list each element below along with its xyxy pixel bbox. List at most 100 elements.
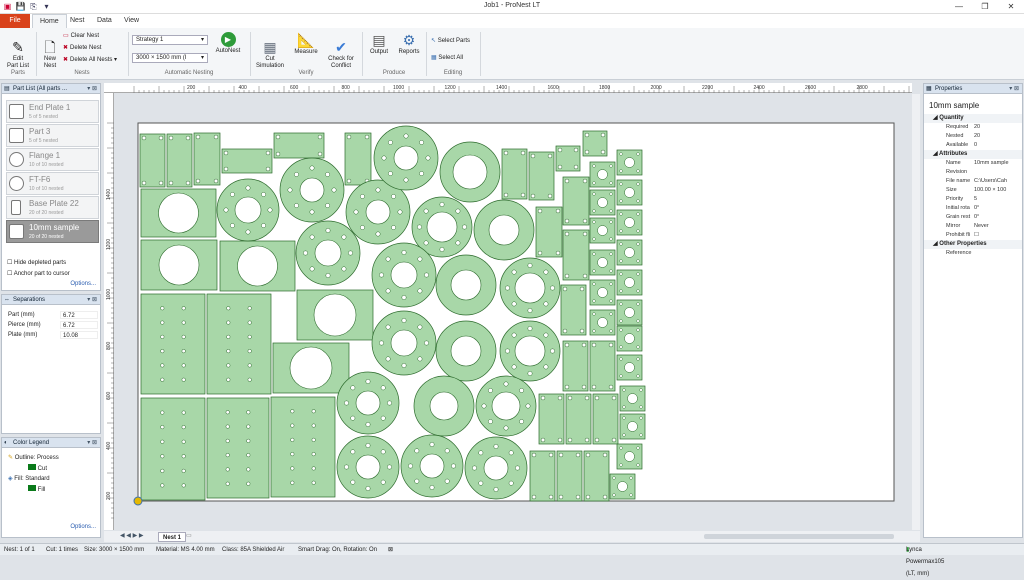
nested-part[interactable] — [295, 220, 361, 286]
property-value[interactable]: 100.00 × 100 — [974, 186, 1018, 195]
list-item-selected[interactable]: 10mm sample 20 of 20 nested — [6, 220, 99, 243]
tab-nest-1[interactable]: Nest 1 — [158, 532, 187, 542]
property-section[interactable]: ◢ Other Properties — [924, 240, 1022, 249]
nested-part[interactable] — [140, 293, 206, 395]
nested-part[interactable] — [139, 133, 166, 188]
close-panel-icon[interactable]: ▾ ⊠ — [1009, 84, 1019, 94]
nested-part[interactable] — [206, 397, 270, 499]
nested-part[interactable] — [616, 269, 643, 296]
horizontal-scrollbar[interactable] — [704, 534, 894, 539]
nested-part[interactable] — [565, 393, 592, 445]
nested-part[interactable] — [166, 133, 193, 188]
list-item[interactable]: FT-F6 10 of 10 nested — [6, 172, 99, 195]
property-value[interactable]: 5 — [974, 195, 1018, 204]
list-item[interactable]: Flange 1 10 of 10 nested — [6, 148, 99, 171]
property-row[interactable]: Reference — [924, 249, 1022, 258]
nested-part[interactable] — [616, 149, 643, 176]
autonest-button[interactable]: ▶ AutoNest — [212, 32, 244, 55]
tab-home[interactable]: Home — [32, 14, 67, 28]
nested-part[interactable] — [619, 413, 646, 440]
edit-part-list-button[interactable]: ✎ Edit Part List — [3, 32, 33, 70]
nested-part[interactable] — [528, 151, 555, 201]
nested-part[interactable] — [589, 249, 616, 276]
nested-part[interactable] — [589, 189, 616, 216]
tab-file[interactable]: File — [0, 14, 30, 28]
list-item[interactable]: End Plate 1 5 of 5 nested — [6, 100, 99, 123]
close-panel-icon[interactable]: ▾ ⊠ — [87, 84, 97, 94]
close-panel-icon[interactable]: ▾ ⊠ — [87, 438, 97, 448]
property-section[interactable]: ◢ Quantity — [924, 114, 1022, 123]
property-value[interactable]: 0° — [974, 204, 1018, 213]
reports-button[interactable]: ⚙ Reports — [395, 32, 423, 56]
nested-part[interactable] — [583, 450, 610, 502]
property-value[interactable]: C:\Users\Cah — [974, 177, 1018, 186]
nested-part[interactable] — [589, 279, 616, 306]
tab-nest[interactable]: Nest — [63, 14, 91, 28]
cut-simulation-button[interactable]: ▦ Cut Simulation — [254, 32, 286, 70]
nested-part[interactable] — [499, 320, 561, 382]
nested-part[interactable] — [535, 206, 563, 258]
nested-part[interactable] — [464, 436, 528, 500]
nested-part[interactable] — [413, 375, 475, 437]
anchor-cursor-checkbox[interactable]: ☐ Anchor part to cursor — [7, 270, 70, 277]
property-section[interactable]: ◢ Attributes — [924, 150, 1022, 159]
property-row[interactable]: File name C:\Users\Cah — [924, 177, 1022, 186]
check-conflict-button[interactable]: ✔ Check for Conflict — [324, 32, 358, 70]
select-parts-button[interactable]: ↖ Select Parts — [431, 37, 470, 45]
nested-part[interactable] — [371, 310, 437, 376]
nested-part[interactable] — [273, 132, 325, 159]
delete-all-nests-button[interactable]: ✖ Delete All Nests ▾ — [63, 56, 117, 64]
nested-part[interactable] — [589, 340, 616, 392]
nested-part[interactable] — [529, 450, 556, 502]
property-value[interactable]: 0 — [974, 141, 1018, 150]
nested-part[interactable] — [562, 176, 590, 226]
property-row[interactable]: Priority 5 — [924, 195, 1022, 204]
property-value[interactable]: 0° — [974, 213, 1018, 222]
nested-part[interactable] — [219, 240, 296, 292]
property-row[interactable]: Nested 20 — [924, 132, 1022, 141]
new-nest-button[interactable]: 🗋 New Nest — [39, 32, 61, 70]
nested-part[interactable] — [193, 132, 221, 186]
part-list-options-link[interactable]: Options... — [70, 281, 96, 287]
nested-part[interactable] — [140, 188, 217, 238]
property-value[interactable]: 20 — [974, 123, 1018, 132]
nested-part[interactable] — [616, 299, 643, 326]
grid-icon[interactable]: ⊠ — [388, 544, 393, 556]
nested-part[interactable] — [555, 145, 581, 172]
nested-part[interactable] — [216, 178, 280, 242]
nested-part[interactable] — [435, 320, 497, 382]
nested-part[interactable] — [616, 354, 643, 381]
copy-icon[interactable]: ⎘ — [28, 1, 39, 12]
nested-part[interactable] — [556, 450, 583, 502]
nested-part[interactable] — [296, 289, 374, 341]
nested-part[interactable] — [435, 254, 497, 316]
nested-part[interactable] — [473, 199, 535, 261]
nested-part[interactable] — [344, 132, 372, 186]
property-row[interactable]: Grain rest 0° — [924, 213, 1022, 222]
clear-nest-button[interactable]: ▭ Clear Nest — [63, 32, 99, 40]
property-value[interactable]: 10mm sample — [974, 159, 1018, 168]
property-row[interactable]: Name 10mm sample — [924, 159, 1022, 168]
nested-part[interactable] — [560, 284, 587, 336]
nested-part[interactable] — [270, 396, 336, 498]
minimize-button[interactable]: — — [946, 0, 972, 14]
nested-part[interactable] — [592, 393, 619, 445]
property-row[interactable]: Initial rota 0° — [924, 204, 1022, 213]
measure-button[interactable]: 📐 Measure — [290, 32, 322, 56]
nested-part[interactable] — [616, 325, 643, 352]
save-icon[interactable]: 💾 — [15, 1, 26, 12]
property-value[interactable]: Never — [974, 222, 1018, 231]
property-value[interactable]: ☐ — [974, 231, 1018, 240]
vertical-scrollbar[interactable] — [912, 94, 920, 530]
nested-part[interactable] — [589, 217, 616, 244]
nested-part[interactable] — [336, 371, 400, 435]
nested-part[interactable] — [475, 375, 537, 437]
select-all-button[interactable]: ▦ Select All — [431, 54, 463, 62]
customize-toolbar-icon[interactable]: ▾ — [41, 1, 52, 12]
nested-part[interactable] — [206, 293, 272, 395]
nested-part[interactable] — [400, 434, 464, 498]
nested-part[interactable] — [140, 397, 206, 501]
nest-drawing[interactable] — [115, 94, 912, 530]
new-tab-icon[interactable]: ▭ — [186, 531, 192, 542]
nested-part[interactable] — [499, 257, 561, 319]
